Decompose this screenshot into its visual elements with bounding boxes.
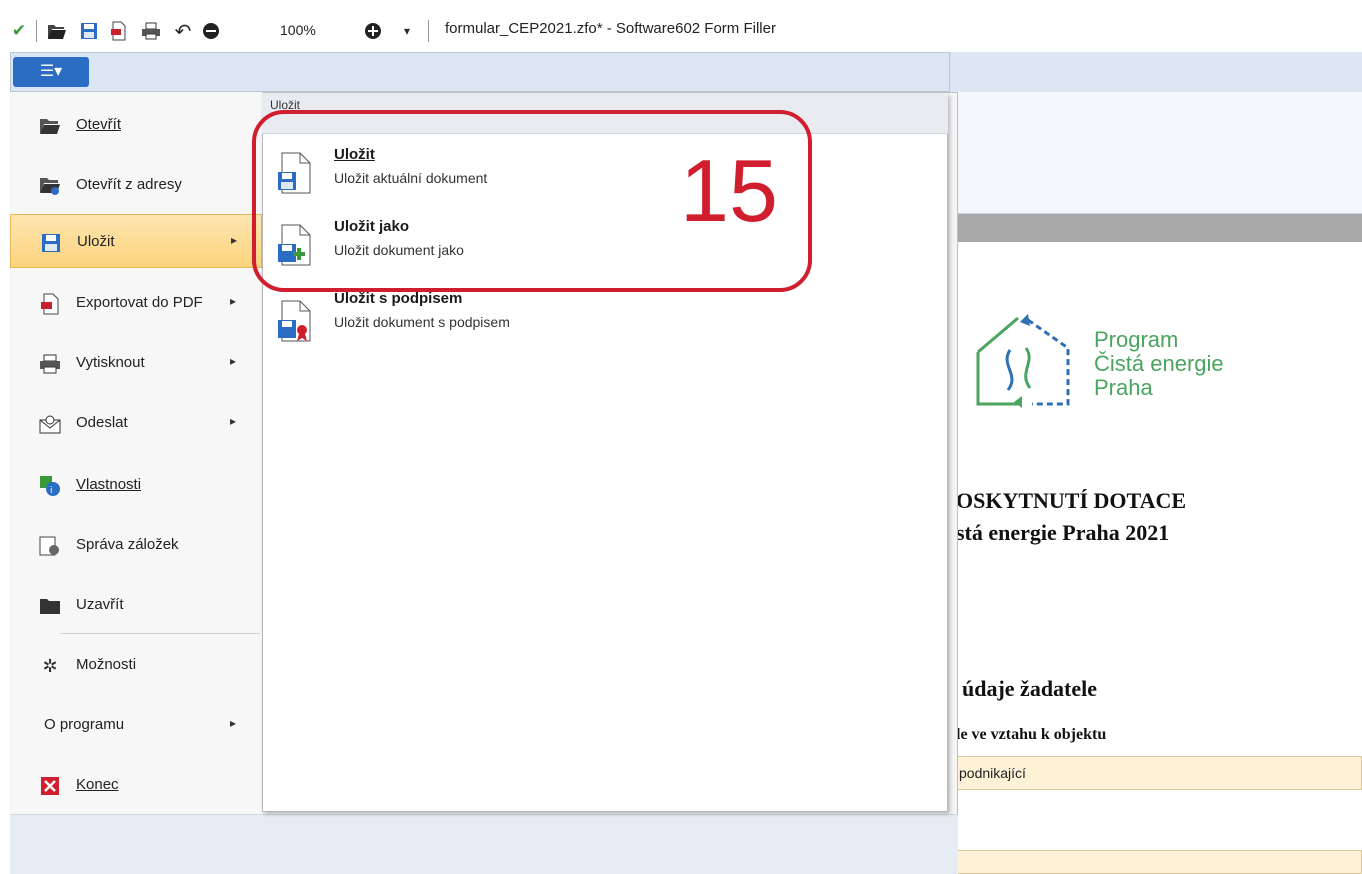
submenu-arrow: ▸ (231, 233, 238, 247)
menu-item-open[interactable]: Otevřít (10, 98, 262, 152)
program-line: Program (1094, 327, 1179, 352)
open-folder-icon[interactable] (46, 20, 68, 42)
open-folder-icon (38, 114, 62, 138)
open-url-icon (38, 174, 62, 198)
menu-item-exit[interactable]: Konec (10, 758, 262, 812)
app-menu-footer (10, 814, 958, 874)
pdf-export-icon (38, 292, 62, 316)
program-line: Praha (1094, 375, 1153, 400)
menu-item-send[interactable]: Odeslat ▸ (10, 396, 262, 450)
gear-icon: ✲ (42, 655, 58, 676)
close-folder-icon (38, 594, 62, 618)
menu-item-save[interactable]: Uložit ▸ (10, 214, 262, 268)
menu-item-label: Možnosti (76, 656, 137, 673)
menu-item-label: Správa záložek (76, 536, 179, 553)
menu-item-label: Uzavřít (76, 596, 124, 613)
bookmarks-icon (38, 534, 62, 558)
submenu-item-title: Uložit s podpisem (334, 290, 463, 307)
submenu-item-description: Uložit dokument s podpisem (334, 314, 510, 330)
section-heading: údaje žadatele (962, 676, 1098, 701)
menu-item-open-url[interactable]: Otevřít z adresy (10, 158, 262, 212)
zoom-in-icon[interactable] (362, 20, 384, 42)
submenu-arrow: ▸ (230, 294, 237, 308)
menu-item-label: Vytisknout (76, 354, 145, 371)
step-number: 15 (680, 141, 778, 240)
menu-item-export-pdf[interactable]: Exportovat do PDF ▸ (10, 276, 262, 330)
submenu-arrow: ▸ (230, 354, 237, 368)
menu-item-print[interactable]: Vytisknout ▸ (10, 336, 262, 390)
ribbon-body (950, 92, 1362, 214)
menu-item-bookmarks[interactable]: Správa záložek (10, 518, 262, 572)
program-line: Čistá energie (1094, 351, 1224, 376)
toolbar-separator (428, 20, 429, 42)
app-menu-bar: ☰▾ (10, 52, 950, 92)
save-icon[interactable] (78, 20, 100, 42)
dropdown-icon[interactable]: ▾ (396, 20, 418, 42)
undo-icon[interactable]: ↶ (172, 20, 194, 43)
window-title: formular_CEP2021.zfo* - Software602 Form… (445, 20, 776, 37)
program-name: Program Čistá energie Praha (1094, 328, 1224, 400)
relationship-field-value: podnikající (959, 765, 1026, 781)
toolbar-separator (36, 20, 37, 42)
submenu-arrow: ▸ (230, 716, 237, 730)
submenu-arrow: ▸ (230, 414, 237, 428)
relationship-field[interactable]: podnikající (952, 756, 1362, 790)
document-heading: OSKYTNUTÍ DOTACE (956, 488, 1187, 513)
menu-item-label: O programu (44, 716, 125, 733)
document-toolbar (950, 214, 1362, 242)
menu-item-label: Uložit (77, 233, 115, 250)
exit-icon (38, 774, 62, 798)
save-icon (39, 231, 63, 255)
menu-item-label: Odeslat (76, 414, 128, 431)
title-bar: ✔ ↶ 100% ▾ formular_CEP2021.zfo* - Softw… (0, 0, 1362, 58)
print-icon (38, 352, 62, 376)
submenu-item-save-signed[interactable]: Uložit s podpisem Uložit dokument s podp… (268, 286, 808, 356)
field-label: le ve vztahu k objektu (956, 726, 1107, 743)
menu-item-close[interactable]: Uzavřít (10, 578, 262, 632)
zoom-out-icon[interactable] (200, 20, 222, 42)
menu-item-label: Vlastnosti (76, 476, 142, 493)
zoom-level[interactable]: 100% (280, 22, 316, 38)
app-menu-button[interactable]: ☰▾ (13, 57, 89, 87)
save-signed-icon (278, 300, 311, 342)
check-icon[interactable]: ✔ (8, 20, 30, 42)
properties-icon: i (38, 474, 62, 498)
menu-item-label: Otevřít z adresy (76, 176, 182, 193)
send-icon (38, 412, 62, 436)
menu-item-options[interactable]: ✲ Možnosti (10, 638, 262, 692)
pdf-export-icon[interactable] (108, 20, 130, 42)
menu-item-about[interactable]: O programu ▸ (10, 698, 262, 752)
menu-item-label: Otevřít (76, 116, 122, 133)
ribbon-tab-strip (950, 52, 1362, 92)
document-subheading: stá energie Praha 2021 (956, 520, 1170, 545)
menu-item-label: Exportovat do PDF (76, 294, 203, 311)
print-icon[interactable] (140, 20, 162, 42)
svg-text:i: i (50, 486, 53, 496)
menu-item-properties[interactable]: i Vlastnosti (10, 458, 262, 512)
form-field[interactable] (952, 850, 1362, 874)
program-logo (976, 314, 1070, 408)
menu-item-label: Konec (76, 776, 119, 793)
menu-separator (60, 633, 260, 634)
